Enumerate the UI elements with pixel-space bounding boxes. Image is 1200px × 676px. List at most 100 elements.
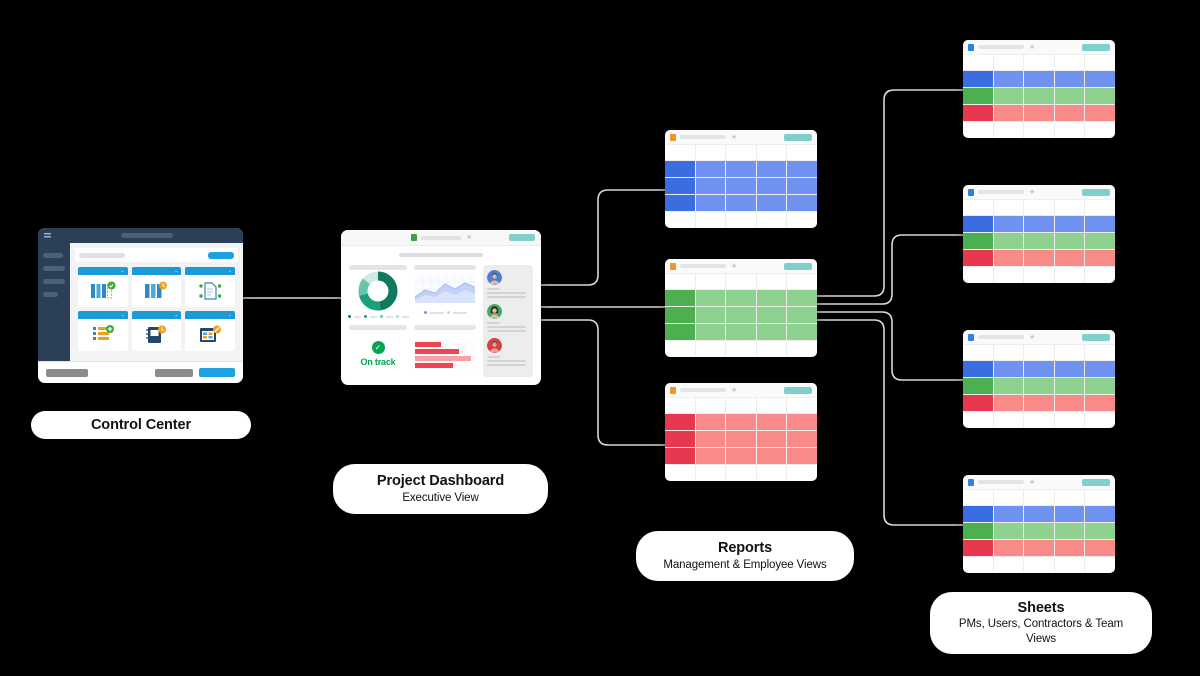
project-dashboard-window[interactable]: ★ ✓ On track: [341, 230, 541, 385]
table-row[interactable]: [963, 345, 1115, 361]
control-center-sidebar[interactable]: [38, 243, 70, 361]
table-row[interactable]: [963, 361, 1115, 378]
card-template-share[interactable]: ⌄: [185, 267, 235, 307]
person-name: [487, 322, 500, 324]
label-subtitle: Executive View: [402, 491, 479, 504]
table-row[interactable]: [665, 290, 817, 307]
back-button[interactable]: [46, 368, 88, 377]
table-row[interactable]: [963, 71, 1115, 88]
card-menu-icon[interactable]: ⌄: [228, 268, 232, 274]
table-row[interactable]: [963, 395, 1115, 412]
hamburger-icon[interactable]: [44, 232, 51, 239]
card-checklist-add[interactable]: ⌄: [78, 311, 128, 351]
area-legend: [423, 311, 467, 315]
table-row[interactable]: [963, 105, 1115, 122]
donut-chart-widget[interactable]: [347, 265, 409, 318]
star-icon[interactable]: ★: [466, 234, 472, 241]
bar-chart-widget[interactable]: [414, 324, 476, 378]
table-row[interactable]: [665, 145, 817, 161]
card-notebook-pending[interactable]: ⌄: [131, 311, 182, 351]
star-icon[interactable]: ★: [731, 263, 737, 270]
share-button[interactable]: [1082, 188, 1110, 196]
table-row[interactable]: [665, 465, 817, 481]
list-item[interactable]: [487, 304, 529, 332]
share-button[interactable]: [784, 386, 812, 394]
table-row[interactable]: [665, 274, 817, 290]
control-center-main: ⌄ ⌄ ⌄ ⌄ ⌄ ⌄: [70, 243, 243, 361]
donut-chart: [358, 271, 398, 311]
primary-action-button[interactable]: [208, 251, 234, 259]
table-row[interactable]: [963, 523, 1115, 540]
sidebar-item-4[interactable]: [43, 292, 58, 297]
share-button[interactable]: [1082, 478, 1110, 486]
table-row[interactable]: [963, 378, 1115, 395]
table-row[interactable]: [963, 122, 1115, 138]
table-row[interactable]: [665, 178, 817, 195]
table-row[interactable]: [963, 557, 1115, 573]
share-button[interactable]: [784, 133, 812, 141]
share-button[interactable]: [1082, 333, 1110, 341]
sidebar-item-3[interactable]: [43, 279, 65, 284]
sheet-4[interactable]: ★: [963, 475, 1115, 573]
sheet-title-placeholder: [978, 190, 1024, 194]
area-chart-widget[interactable]: [414, 265, 476, 318]
table-row[interactable]: [963, 250, 1115, 267]
list-item[interactable]: [487, 338, 529, 366]
sheet-2[interactable]: ★: [963, 185, 1115, 283]
table-row[interactable]: [665, 398, 817, 414]
card-menu-icon[interactable]: ⌄: [174, 268, 178, 274]
table-row[interactable]: [665, 324, 817, 341]
table-row[interactable]: [665, 307, 817, 324]
table-row[interactable]: [963, 412, 1115, 428]
report-green[interactable]: ★: [665, 259, 817, 357]
table-row[interactable]: [665, 161, 817, 178]
status-widget[interactable]: ✓ On track: [349, 325, 407, 377]
report-red[interactable]: ★: [665, 383, 817, 481]
table-row[interactable]: [963, 233, 1115, 250]
report-blue[interactable]: ★: [665, 130, 817, 228]
share-button[interactable]: [509, 234, 535, 241]
star-icon[interactable]: ★: [731, 134, 737, 141]
table-row[interactable]: [963, 540, 1115, 557]
star-icon[interactable]: ★: [1029, 479, 1035, 486]
table-row[interactable]: [963, 88, 1115, 105]
card-columns-pending[interactable]: ⌄: [131, 267, 182, 307]
table-row[interactable]: [963, 490, 1115, 506]
sidebar-item-1[interactable]: [43, 253, 63, 258]
table-row[interactable]: [665, 431, 817, 448]
cancel-button[interactable]: [155, 368, 193, 377]
people-panel[interactable]: [483, 265, 533, 377]
sidebar-item-2[interactable]: [43, 266, 65, 271]
table-row[interactable]: [963, 267, 1115, 283]
table-row[interactable]: [665, 448, 817, 465]
create-button[interactable]: [199, 368, 235, 377]
card-menu-icon[interactable]: ⌄: [228, 312, 232, 318]
card-menu-icon[interactable]: ⌄: [174, 312, 178, 318]
control-center-window[interactable]: ⌄ ⌄ ⌄ ⌄ ⌄ ⌄: [38, 228, 243, 383]
table-row[interactable]: [665, 195, 817, 212]
star-icon[interactable]: ★: [731, 387, 737, 394]
star-icon[interactable]: ★: [1029, 334, 1035, 341]
table-row[interactable]: [665, 212, 817, 228]
search-input[interactable]: [79, 252, 125, 258]
report-icon: [670, 262, 676, 270]
table-row[interactable]: [963, 216, 1115, 233]
list-item[interactable]: [487, 270, 529, 298]
table-row[interactable]: [963, 55, 1115, 71]
table-row[interactable]: [963, 200, 1115, 216]
table-row[interactable]: [665, 341, 817, 357]
share-button[interactable]: [784, 262, 812, 270]
connector-dashboard-to-report-blue: [541, 189, 665, 286]
share-button[interactable]: [1082, 43, 1110, 51]
sheet-icon: [411, 234, 417, 241]
table-row[interactable]: [963, 506, 1115, 523]
sheet-1[interactable]: ★: [963, 40, 1115, 138]
card-calendar-blocked[interactable]: ⌄: [185, 311, 235, 351]
sheet-3[interactable]: ★: [963, 330, 1115, 428]
card-menu-icon[interactable]: ⌄: [120, 312, 124, 318]
table-row[interactable]: [665, 414, 817, 431]
card-columns-approved[interactable]: ⌄: [78, 267, 128, 307]
star-icon[interactable]: ★: [1029, 44, 1035, 51]
card-menu-icon[interactable]: ⌄: [120, 268, 124, 274]
star-icon[interactable]: ★: [1029, 189, 1035, 196]
